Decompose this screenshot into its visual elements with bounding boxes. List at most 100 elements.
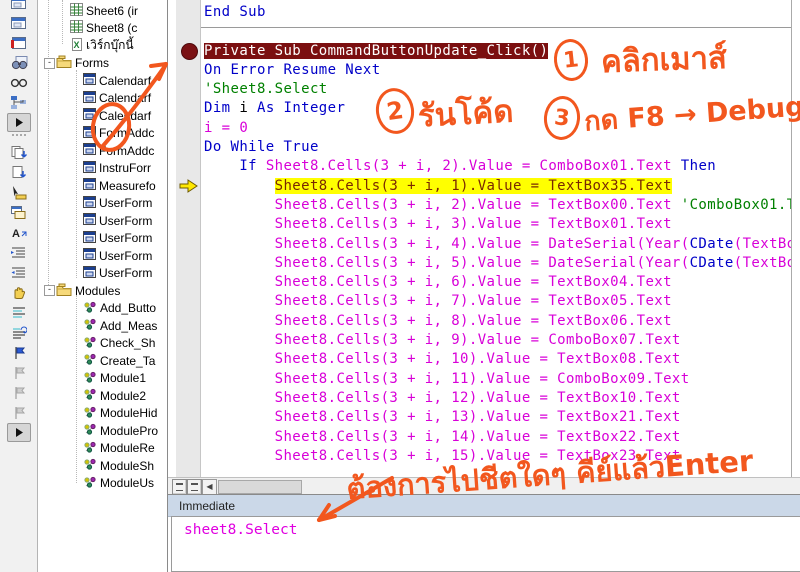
code-editor[interactable]: End Sub Private Sub CommandButtonUpdate_C… xyxy=(201,0,791,477)
next-bookmark-icon[interactable] xyxy=(7,363,31,382)
tree-item-add-meas[interactable]: Add_Meas xyxy=(83,317,157,334)
properties-window-icon[interactable] xyxy=(7,33,31,52)
code-line[interactable]: Sheet8.Cells(3 + i, 12).Value = TextBox1… xyxy=(204,389,791,408)
breakpoint-indicator[interactable] xyxy=(181,43,198,60)
previous-bookmark-icon[interactable] xyxy=(7,383,31,402)
tree-item-modulere[interactable]: ModuleRe xyxy=(83,440,155,457)
code-line[interactable]: Sheet8.Cells(3 + i, 2).Value = TextBox00… xyxy=(204,196,791,215)
undo-lines-icon[interactable] xyxy=(7,323,31,342)
immediate-content[interactable]: sheet8.Select xyxy=(171,516,800,572)
code-line[interactable]: Sheet8.Cells(3 + i, 10).Value = TextBox0… xyxy=(204,350,791,369)
folder-icon xyxy=(56,55,72,71)
hscrollbar-thumb[interactable] xyxy=(218,480,302,494)
code-line[interactable]: Sheet8.Cells(3 + i, 9).Value = ComboBox0… xyxy=(204,331,791,350)
tree-item-label: UserForm xyxy=(99,231,153,245)
code-line[interactable]: Sheet8.Cells(3 + i, 14).Value = TextBox2… xyxy=(204,428,791,447)
tree-item-create-ta[interactable]: Create_Ta xyxy=(83,352,155,369)
code-line[interactable]: Sheet8.Cells(3 + i, 5).Value = DateSeria… xyxy=(204,254,791,273)
tree-item-instruforr[interactable]: InstruForr xyxy=(83,160,151,177)
tree-item-check-sh[interactable]: Check_Sh xyxy=(83,335,155,352)
tree-item-sheet6-ir[interactable]: Sheet6 (ir xyxy=(70,2,138,19)
project-explorer-icon[interactable] xyxy=(7,13,31,32)
tree-item-modules[interactable]: Modules xyxy=(56,282,120,299)
tree-item-userform[interactable]: UserForm xyxy=(83,265,152,282)
indent-icon[interactable] xyxy=(7,243,31,262)
find-icon[interactable] xyxy=(7,53,31,72)
form-icon xyxy=(83,73,96,88)
align-lines-icon[interactable] xyxy=(7,303,31,322)
window-stack-icon[interactable] xyxy=(7,203,31,222)
code-line[interactable]: End Sub xyxy=(204,3,791,22)
tree-item-modulepro[interactable]: ModulePro xyxy=(83,422,158,439)
tree-item-calendarf[interactable]: Calendarf xyxy=(83,72,151,89)
code-line[interactable]: i = 0 xyxy=(204,119,791,138)
code-line[interactable]: If Sheet8.Cells(3 + i, 2).Value = ComboB… xyxy=(204,157,791,176)
code-line[interactable]: Sheet8.Cells(3 + i, 7).Value = TextBox05… xyxy=(204,292,791,311)
code-line[interactable]: Sheet8.Cells(3 + i, 6).Value = TextBox04… xyxy=(204,273,791,292)
toggle-bookmark-icon[interactable] xyxy=(7,343,31,362)
tree-item-userform[interactable]: UserForm xyxy=(83,247,152,264)
margin-indicator-bar[interactable] xyxy=(176,0,201,477)
toolbar-overflow-icon[interactable] xyxy=(6,113,31,132)
worksheet-icon xyxy=(70,2,83,19)
tree-expander[interactable]: - xyxy=(44,57,55,69)
object-browser-icon[interactable] xyxy=(7,73,31,92)
hand-grab-icon[interactable] xyxy=(7,283,31,302)
code-line[interactable]: Sheet8.Cells(3 + i, 4).Value = DateSeria… xyxy=(204,235,791,254)
toolbar-gripper xyxy=(11,134,26,141)
tree-item-formaddc[interactable]: FormAddc xyxy=(83,142,154,159)
code-line-breakpoint[interactable]: Private Sub CommandButtonUpdate_Click() xyxy=(204,42,791,61)
form-icon xyxy=(83,90,96,106)
code-line[interactable]: Sheet8.Cells(3 + i, 13).Value = TextBox2… xyxy=(204,408,791,427)
tree-item-measurefo[interactable]: Measurefo xyxy=(83,177,156,194)
tree-item-userform[interactable]: UserForm xyxy=(83,212,152,229)
clear-bookmarks-icon[interactable] xyxy=(7,403,31,422)
execution-point-arrow[interactable] xyxy=(178,177,200,195)
tree-item--[interactable]: X เวิร์กบุ๊กนี้ xyxy=(70,37,134,54)
tree-item-add-butto[interactable]: Add_Butto xyxy=(83,300,156,317)
font-style-icon[interactable]: A xyxy=(7,223,31,242)
scroll-left-button[interactable]: ◀ xyxy=(202,479,217,495)
tree-item-module1[interactable]: Module1 xyxy=(83,370,146,387)
code-line[interactable]: Dim i As Integer xyxy=(204,99,791,118)
code-line[interactable] xyxy=(201,22,791,41)
code-line[interactable]: Sheet8.Cells(3 + i, 15).Value = TextBox2… xyxy=(204,447,791,466)
tree-item-sheet8-c[interactable]: Sheet8 (c xyxy=(70,20,137,37)
module-icon xyxy=(83,423,97,438)
form-icon xyxy=(83,108,96,123)
tree-item-forms[interactable]: Forms xyxy=(56,55,109,72)
tree-item-modulesh[interactable]: ModuleSh xyxy=(83,457,154,474)
code-line[interactable]: Do While True xyxy=(204,138,791,157)
tree-expander[interactable]: - xyxy=(44,285,55,296)
tree-item-label: Add_Meas xyxy=(100,318,158,333)
tree-item-formaddc[interactable]: FormAddc xyxy=(83,125,154,142)
tree-item-label: Calendarf xyxy=(99,73,152,88)
code-hscrollbar: ◀ xyxy=(168,477,800,495)
code-line[interactable]: 'Sheet8.Select xyxy=(204,80,791,99)
insert-page-icon[interactable] xyxy=(7,163,31,182)
project-explorer: Sheet6 (ir Sheet8 (c X เวิร์กบุ๊กนี้ Forms Ca… xyxy=(38,0,169,572)
svg-text:X: X xyxy=(74,40,80,50)
full-module-view-button[interactable] xyxy=(187,479,202,495)
code-line[interactable]: Sheet8.Cells(3 + i, 8).Value = TextBox06… xyxy=(204,312,791,331)
select-ruler-icon[interactable] xyxy=(7,183,31,202)
outdent-icon[interactable] xyxy=(7,263,31,282)
tree-item-userform[interactable]: UserForm xyxy=(83,230,152,247)
tree-item-module2[interactable]: Module2 xyxy=(83,387,146,404)
module-icon xyxy=(83,301,97,316)
call-hierarchy-icon[interactable] xyxy=(7,93,31,112)
procedure-view-button[interactable] xyxy=(172,479,187,495)
tree-item-calendarf[interactable]: Calendarf xyxy=(83,90,151,107)
code-line[interactable]: Sheet8.Cells(3 + i, 11).Value = ComboBox… xyxy=(204,370,791,389)
toolbar-overflow2-icon[interactable] xyxy=(6,423,31,442)
tree-item-moduleus[interactable]: ModuleUs xyxy=(83,475,154,492)
tree-item-calendarf[interactable]: Calendarf xyxy=(83,107,151,124)
window-top-partial-icon[interactable] xyxy=(7,0,31,12)
code-line[interactable]: Sheet8.Cells(3 + i, 3).Value = TextBox01… xyxy=(204,215,791,234)
code-line-execution[interactable]: Sheet8.Cells(3 + i, 1).Value = TextBox35… xyxy=(204,177,791,196)
tree-item-userform[interactable]: UserForm xyxy=(83,195,152,212)
tree-item-modulehid[interactable]: ModuleHid xyxy=(83,405,157,422)
copy-module-icon[interactable] xyxy=(7,143,31,162)
immediate-titlebar[interactable]: Immediate xyxy=(168,494,800,517)
code-line[interactable]: On Error Resume Next xyxy=(204,61,791,80)
